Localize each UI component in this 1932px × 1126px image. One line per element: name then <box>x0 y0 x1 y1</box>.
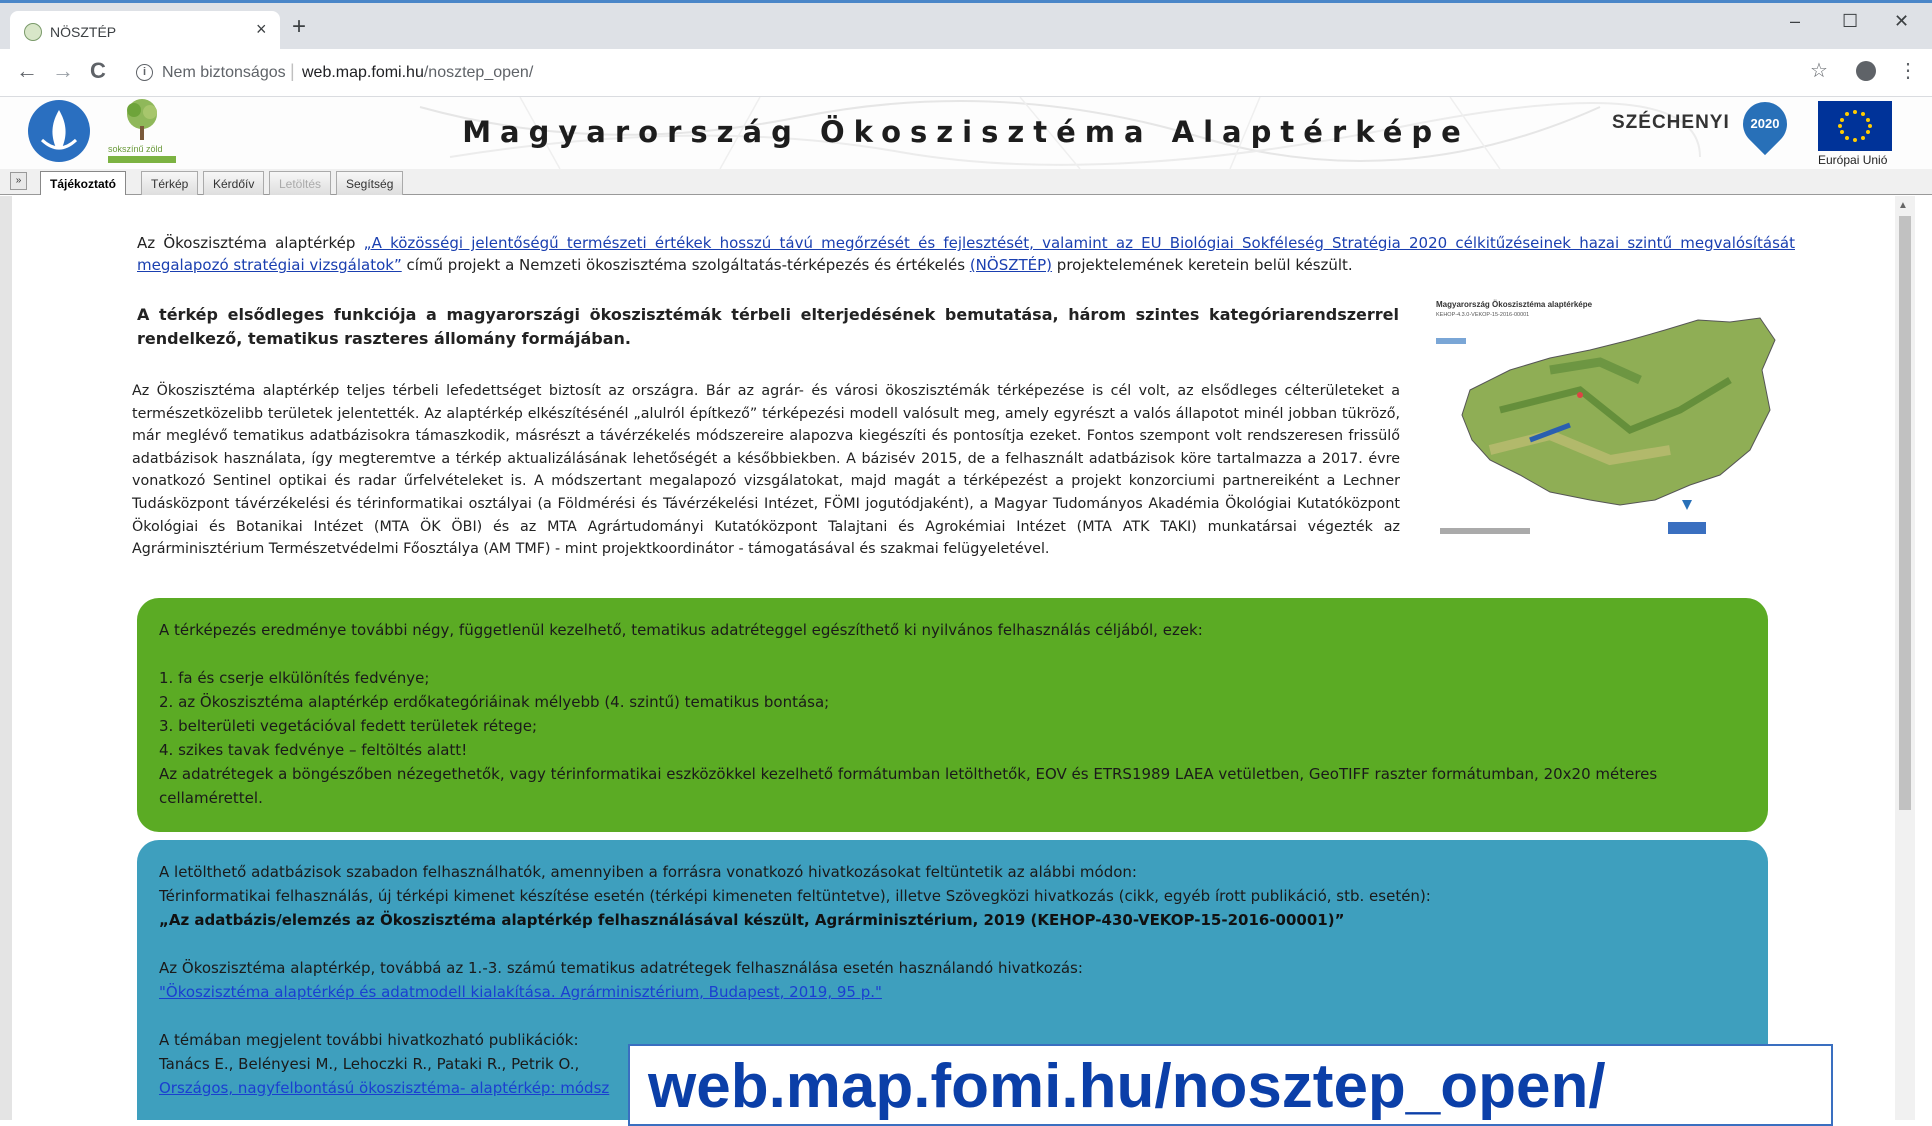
blue-line-4: A témában megjelent további hivatkozható… <box>159 1031 579 1049</box>
eu-flag-icon <box>1818 101 1892 151</box>
eu-label: Európai Unió <box>1818 153 1888 167</box>
thematic-layers-box: A térképezés eredménye további négy, füg… <box>137 598 1768 832</box>
profile-avatar-icon[interactable] <box>1856 61 1876 81</box>
tab-letoltes[interactable]: Letöltés <box>269 171 332 195</box>
intro-post: projektelemének keretein belül készült. <box>1052 256 1353 274</box>
tab-segitseg[interactable]: Segítség <box>336 171 404 195</box>
maximize-button[interactable]: ☐ <box>1842 11 1858 32</box>
tab-title: NÖSZTÉP <box>50 24 117 40</box>
blue-line-3: Az Ökoszisztéma alaptérkép, továbbá az 1… <box>159 959 1083 977</box>
security-label: Nem biztonságos <box>162 64 286 81</box>
left-panel-strip <box>0 196 12 1120</box>
info-icon[interactable]: i <box>136 64 153 81</box>
green-box-intro: A térképezés eredménye további négy, füg… <box>159 621 1203 639</box>
scroll-up-icon[interactable]: ▲ <box>1898 200 1908 211</box>
citation-text: „Az adatbázis/elemzés az Ökoszisztéma al… <box>159 911 1345 929</box>
eu-stars-icon <box>1838 110 1872 142</box>
intro-pre: Az Ökoszisztéma alaptérkép <box>137 234 364 252</box>
reload-button[interactable]: C <box>90 59 106 83</box>
list-item: 4. szikes tavak fedvénye – feltöltés ala… <box>159 741 468 759</box>
list-item: 2. az Ökoszisztéma alaptérkép erdőkategó… <box>159 693 830 711</box>
blue-line-2: Térinformatikai felhasználás, új térképi… <box>159 887 1431 905</box>
forward-button[interactable]: → <box>52 59 74 83</box>
address-bar[interactable]: i Nem biztonságos | web.map.fomi.hu/nosz… <box>124 55 1804 91</box>
blue-line-5: Tanács E., Belényesi M., Lehoczki R., Pa… <box>159 1055 580 1073</box>
list-item: 3. belterületi vegetációval fedett terül… <box>159 717 538 735</box>
bookmark-star-icon[interactable]: ☆ <box>1810 59 1828 83</box>
back-button[interactable]: ← <box>16 59 38 83</box>
url-text: web.map.fomi.hu/nosztep_open/ <box>302 64 533 82</box>
blue-line-1: A letölthető adatbázisok szabadon felhas… <box>159 863 1137 881</box>
browser-tab[interactable]: NÖSZTÉP × <box>10 11 280 52</box>
publication-link-2[interactable]: Országos, nagyfelbontású ökoszisztéma- a… <box>159 1079 609 1097</box>
description-paragraph: Az Ökoszisztéma alaptérkép teljes térbel… <box>132 383 1400 558</box>
szechenyi-year: 2020 <box>1750 116 1780 131</box>
url-host: web.map.fomi.hu <box>302 64 424 81</box>
szechenyi-label: SZÉCHENYI <box>1612 112 1730 133</box>
tab-terkep[interactable]: Térkép <box>141 171 199 195</box>
tab-tajekoztato[interactable]: Tájékoztató <box>40 171 127 195</box>
scrollbar-thumb[interactable] <box>1899 216 1911 810</box>
url-overlay-caption: web.map.fomi.hu/nosztep_open/ <box>628 1044 1833 1126</box>
hungary-map-icon <box>1436 317 1776 534</box>
ecosystem-map-thumbnail[interactable]: Magyarország Ökoszisztéma alaptérképe KE… <box>1430 300 1782 552</box>
tree-logo-bar <box>108 156 176 163</box>
list-item: 1. fa és cserje elkülönítés fedvénye; <box>159 669 430 687</box>
intro-paragraph: Az Ökoszisztéma alaptérkép „A közösségi … <box>137 232 1795 276</box>
tab-kerdoiv[interactable]: Kérdőív <box>203 171 265 195</box>
omnibox-separator: | <box>290 61 295 81</box>
tab-close-icon[interactable]: × <box>256 19 267 40</box>
publication-link[interactable]: "Ökoszisztéma alaptérkép és adatmodell k… <box>159 983 882 1001</box>
new-tab-button[interactable]: + <box>292 15 306 39</box>
close-window-button[interactable]: ✕ <box>1894 11 1909 32</box>
url-path: /nosztep_open/ <box>423 64 534 81</box>
primary-function-text: A térkép elsődleges funkciója a magyaror… <box>137 305 1399 348</box>
intro-mid: című projekt a Nemzeti ökoszisztéma szol… <box>401 256 970 274</box>
nosztep-link[interactable]: (NÖSZTÉP) <box>970 256 1052 274</box>
browser-tab-strip: NÖSZTÉP × + – ☐ ✕ <box>0 0 1932 52</box>
browser-toolbar: ← → C i Nem biztonságos | web.map.fomi.h… <box>0 49 1932 97</box>
sidebar-expander-button[interactable]: » <box>10 172 27 190</box>
minimize-button[interactable]: – <box>1790 11 1800 32</box>
browser-menu-icon[interactable]: ⋮ <box>1898 59 1918 83</box>
green-box-outro: Az adatrétegek a böngészőben nézegethető… <box>159 765 1658 807</box>
overlay-url-text: web.map.fomi.hu/nosztep_open/ <box>648 1052 1606 1121</box>
favicon-icon <box>24 23 42 41</box>
